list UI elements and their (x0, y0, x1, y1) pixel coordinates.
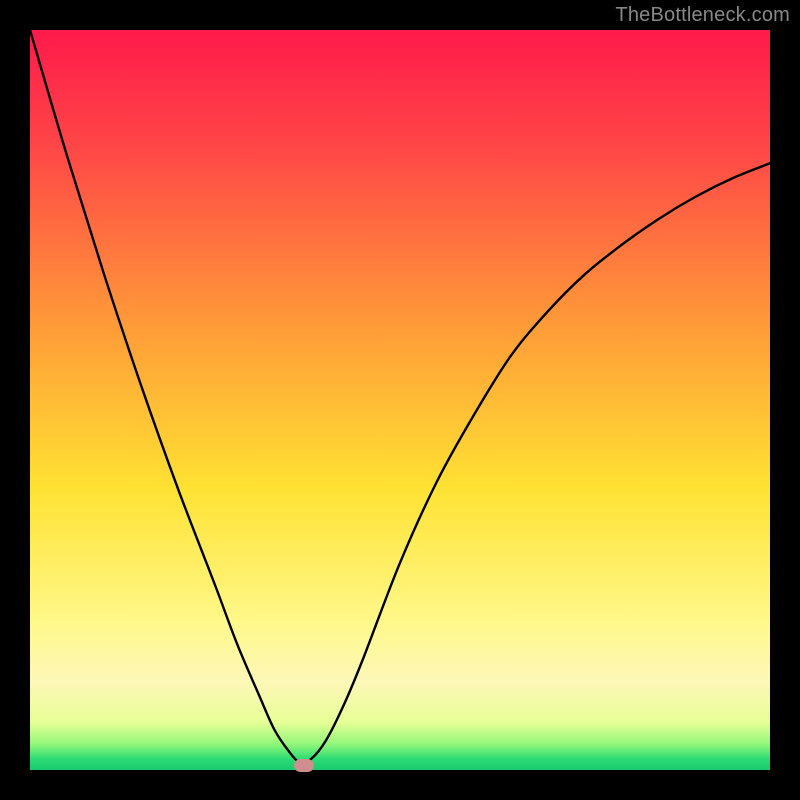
chart-marker-dot (294, 759, 314, 772)
watermark-text: TheBottleneck.com (615, 4, 790, 27)
chart-background (30, 30, 770, 770)
chart-plot-area (30, 30, 770, 770)
chart-frame: TheBottleneck.com (0, 0, 800, 800)
chart-svg (30, 30, 770, 770)
